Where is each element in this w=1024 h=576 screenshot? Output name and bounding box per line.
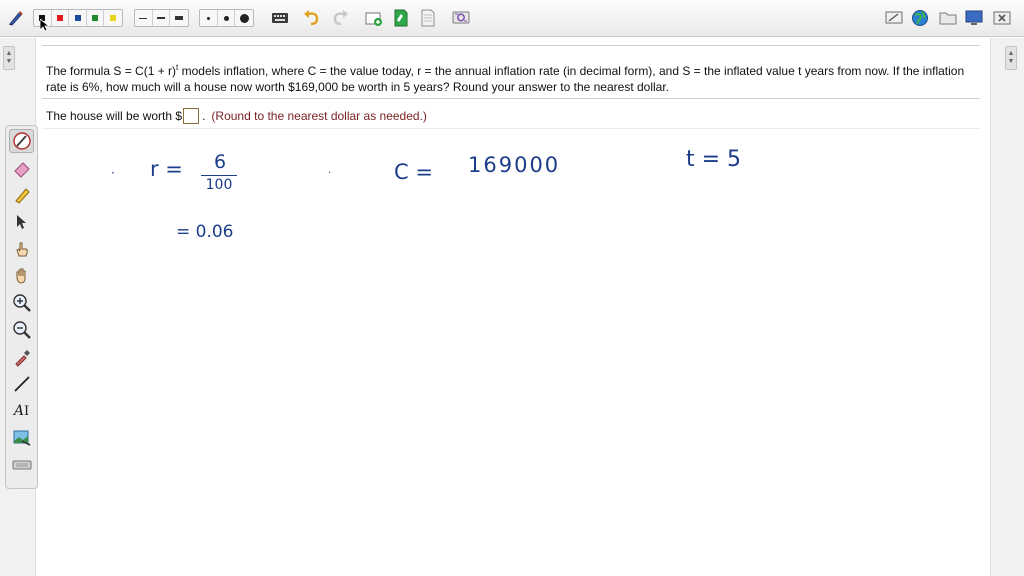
note-r-denominator: 100 bbox=[205, 177, 233, 193]
line-tool-icon[interactable] bbox=[9, 372, 34, 396]
note-r-label: r = bbox=[150, 157, 183, 181]
screen-icon[interactable] bbox=[964, 8, 984, 28]
folder-icon[interactable] bbox=[938, 8, 958, 28]
question-divider bbox=[42, 98, 980, 99]
color-red-swatch[interactable] bbox=[52, 10, 70, 26]
formula-text: The formula S = C(1 + r) bbox=[46, 64, 177, 78]
close-icon[interactable] bbox=[992, 8, 1012, 28]
pen-tool-icon[interactable] bbox=[6, 8, 26, 28]
answer-suffix: . bbox=[202, 109, 206, 123]
dot-large-button[interactable] bbox=[235, 10, 253, 26]
answer-input[interactable] bbox=[183, 108, 200, 124]
note-t: t = 5 bbox=[686, 147, 742, 172]
scroll-toggle[interactable]: ▲ ▼ bbox=[1005, 46, 1017, 70]
pan-hand-icon[interactable] bbox=[9, 264, 34, 288]
zoom-in-icon[interactable] bbox=[9, 291, 34, 315]
image-tool-icon[interactable] bbox=[9, 426, 34, 450]
question-body: models inflation, where C = the value to… bbox=[46, 64, 965, 94]
dot-small-button[interactable] bbox=[200, 10, 218, 26]
fraction-bar bbox=[201, 175, 237, 176]
pen-icon[interactable] bbox=[9, 129, 34, 153]
color-yellow-swatch[interactable] bbox=[104, 10, 122, 26]
note-r-numerator: 6 bbox=[213, 151, 227, 173]
monitor-icon[interactable] bbox=[884, 8, 904, 28]
dot-medium-button[interactable] bbox=[218, 10, 236, 26]
document-icon[interactable] bbox=[391, 8, 411, 28]
keyboard-tool-icon[interactable] bbox=[9, 453, 34, 477]
text-tool-icon[interactable]: AI bbox=[9, 399, 34, 423]
eraser-icon[interactable] bbox=[9, 156, 34, 180]
redo-icon[interactable] bbox=[330, 8, 350, 28]
note-c-value: 169000 bbox=[468, 153, 561, 177]
line-style-group bbox=[134, 9, 189, 27]
collapse-toggle[interactable]: ▲ ▼ bbox=[3, 46, 15, 70]
mouse-cursor-icon bbox=[39, 18, 51, 37]
line-thick-button[interactable] bbox=[170, 10, 188, 26]
top-divider bbox=[42, 45, 980, 46]
answer-divider bbox=[42, 128, 980, 129]
undo-icon[interactable] bbox=[302, 8, 322, 28]
tool-palette: AI bbox=[5, 125, 38, 489]
eyedropper-icon[interactable] bbox=[9, 345, 34, 369]
new-page-icon[interactable] bbox=[364, 8, 384, 28]
keyboard-icon[interactable] bbox=[270, 8, 290, 28]
stray-dot: · bbox=[111, 166, 115, 180]
line-thin-button[interactable] bbox=[135, 10, 153, 26]
pointer-hand-icon[interactable] bbox=[9, 237, 34, 261]
dot-size-group bbox=[199, 9, 254, 27]
screen-capture-icon[interactable] bbox=[451, 8, 471, 28]
color-blue-swatch[interactable] bbox=[69, 10, 87, 26]
answer-line: The house will be worth $ . (Round to th… bbox=[46, 108, 427, 124]
line-medium-button[interactable] bbox=[153, 10, 171, 26]
stray-dot: · bbox=[328, 168, 332, 179]
blank-page-icon[interactable] bbox=[418, 8, 438, 28]
zoom-out-icon[interactable] bbox=[9, 318, 34, 342]
rounding-hint: (Round to the nearest dollar as needed.) bbox=[211, 109, 427, 123]
question-text: The formula S = C(1 + r)t models inflati… bbox=[46, 60, 976, 95]
globe-icon[interactable] bbox=[910, 8, 930, 28]
select-arrow-icon[interactable] bbox=[9, 210, 34, 234]
highlighter-icon[interactable] bbox=[9, 183, 34, 207]
answer-prefix: The house will be worth $ bbox=[46, 109, 183, 123]
top-toolbar bbox=[0, 0, 1024, 37]
color-green-swatch[interactable] bbox=[87, 10, 105, 26]
note-c-label: C = bbox=[394, 160, 433, 184]
right-margin: ▲ ▼ bbox=[990, 38, 1024, 576]
note-r-decimal: = 0.06 bbox=[176, 222, 234, 242]
